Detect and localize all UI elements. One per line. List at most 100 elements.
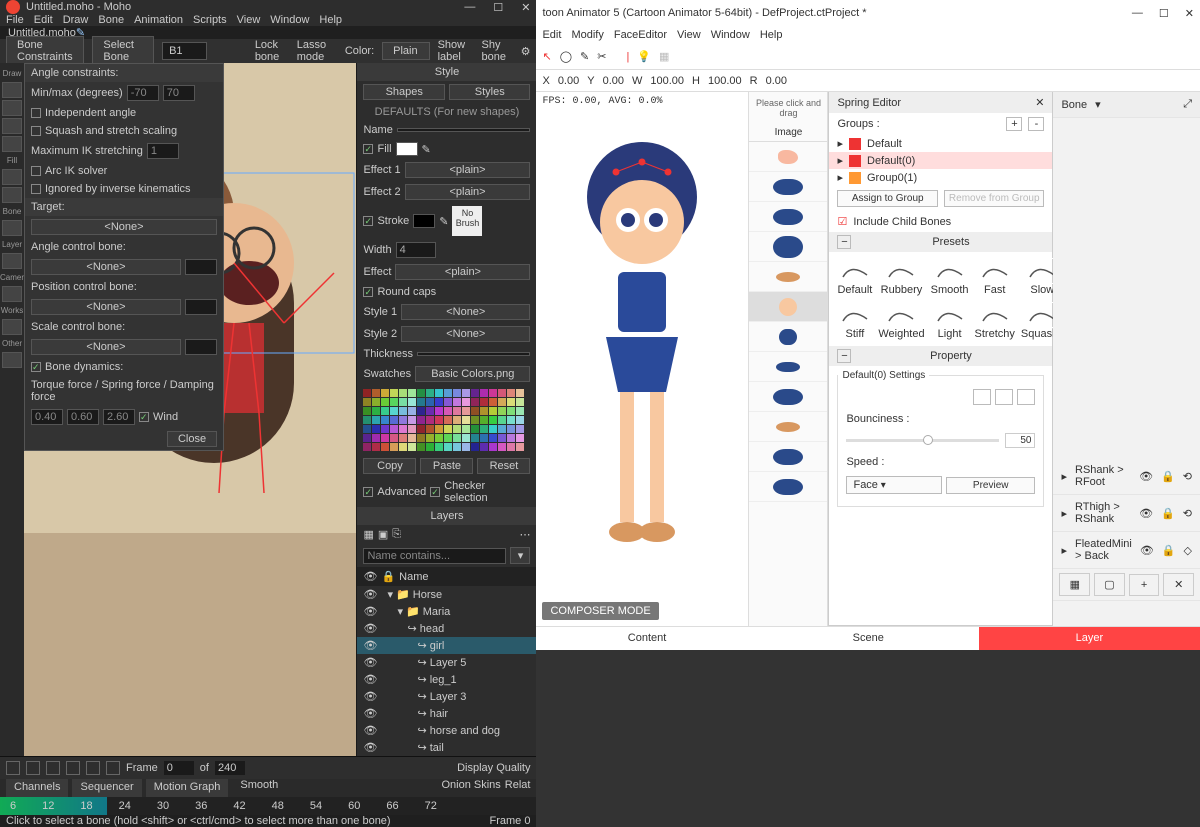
menu-faceeditor[interactable]: FaceEditor [614, 29, 667, 41]
layer-filter-field[interactable]: Name contains... [363, 548, 506, 564]
reset-preset-icon[interactable] [1017, 389, 1035, 405]
link-icon[interactable]: ⟲ [1183, 470, 1192, 483]
tool-icon[interactable] [2, 100, 22, 116]
image-cell[interactable] [749, 352, 827, 382]
cut-icon[interactable]: ✂ [597, 50, 606, 63]
preset-smooth[interactable]: Smooth [931, 258, 969, 296]
width-field[interactable]: 4 [396, 242, 436, 258]
shy-bone-check[interactable]: Shy bone [482, 39, 513, 63]
image-cell[interactable] [749, 262, 827, 292]
tool-icon[interactable] [2, 253, 22, 269]
lock-icon[interactable]: 🔒 [1161, 470, 1175, 483]
layer-row[interactable]: 👁↪ horse and dog [357, 722, 536, 739]
eye-icon[interactable]: 👁 [363, 656, 377, 669]
save-preset-icon[interactable] [973, 389, 991, 405]
arcik-check[interactable] [31, 166, 41, 176]
gear-icon[interactable]: ⚙ [521, 45, 531, 58]
eyedropper-icon[interactable]: ✎ [439, 215, 448, 228]
layer-row[interactable]: 👁↪ tail [357, 739, 536, 756]
eye-icon[interactable]: 👁 [1140, 544, 1154, 557]
stepback-icon[interactable] [26, 761, 40, 775]
color-palette[interactable] [357, 385, 536, 455]
lasso-icon[interactable]: ◯ [560, 50, 572, 63]
maxik-field[interactable] [147, 143, 179, 159]
image-cell[interactable] [749, 412, 827, 442]
image-cell-selected[interactable] [749, 292, 827, 322]
close-panel-button[interactable]: Close [167, 431, 217, 447]
name-field[interactable] [397, 128, 531, 132]
no-brush-button[interactable]: No Brush [452, 206, 482, 236]
face-drop[interactable]: Face ▾ [846, 476, 942, 494]
action-button[interactable]: ▢ [1094, 573, 1125, 596]
image-cell[interactable] [749, 442, 827, 472]
menu-help[interactable]: Help [760, 29, 783, 41]
eye-icon[interactable]: 👁 [1139, 507, 1153, 520]
eye-icon[interactable]: 👁 [363, 639, 377, 652]
menu-bone[interactable]: Bone [98, 14, 124, 26]
style1-drop[interactable]: <None> [401, 304, 530, 320]
loop-icon[interactable] [106, 761, 120, 775]
layers-toolbar-icon[interactable]: ⎘ [392, 528, 401, 541]
maximize-button[interactable]: ☐ [493, 1, 503, 14]
delete-button[interactable]: ✕ [1163, 573, 1194, 596]
tab-sequencer[interactable]: Sequencer [72, 779, 141, 797]
tab-channels[interactable]: Channels [6, 779, 68, 797]
thickness-field[interactable] [417, 352, 530, 356]
indep-angle-check[interactable] [31, 108, 41, 118]
lock-icon[interactable]: 🔒 [381, 570, 395, 583]
tool-icon[interactable] [2, 82, 22, 98]
preset-stretchy[interactable]: Stretchy [975, 302, 1015, 340]
bone-color-drop[interactable]: Plain [382, 42, 429, 60]
effect-drop[interactable]: <plain> [395, 264, 530, 280]
add-button[interactable]: + [1129, 574, 1160, 596]
layer-row[interactable]: 👁↪ Layer 3 [357, 688, 536, 705]
lock-icon[interactable]: 🔒 [1162, 544, 1176, 557]
arrow-icon[interactable]: ↖ [542, 50, 551, 63]
image-cell[interactable] [749, 322, 827, 352]
eye-icon[interactable]: 👁 [363, 570, 377, 583]
layer-row[interactable]: 👁↪ girl [357, 637, 536, 654]
play-icon[interactable] [46, 761, 60, 775]
preset-default[interactable]: Default [837, 258, 872, 296]
layers-toolbar-icon[interactable]: ▦ [363, 528, 373, 541]
paste-button[interactable]: Paste [420, 458, 473, 474]
max-deg-field[interactable] [163, 85, 195, 101]
smooth-drop[interactable]: Smooth [240, 779, 278, 797]
bone-name-field[interactable]: B1 [162, 42, 207, 60]
minimize-button[interactable]: — [1132, 7, 1143, 20]
eye-icon[interactable]: 👁 [1139, 470, 1153, 483]
eye-icon[interactable]: 👁 [363, 673, 377, 686]
bulb-icon[interactable]: 💡 [637, 50, 651, 63]
tab-layer[interactable]: Layer [979, 626, 1200, 650]
ca-viewport[interactable]: FPS: 0.00, AVG: 0.0% COMPOSER MODE [536, 92, 748, 626]
ffwd-icon[interactable] [86, 761, 100, 775]
target-drop[interactable]: <None> [31, 219, 217, 235]
menu-edit[interactable]: Edit [34, 14, 53, 26]
tool-icon[interactable] [2, 319, 22, 335]
scale-cb-drop[interactable]: <None> [31, 339, 181, 355]
load-preset-icon[interactable] [995, 389, 1013, 405]
tab-scene[interactable]: Scene [758, 626, 979, 650]
torque-field[interactable] [31, 409, 63, 425]
tool-icon[interactable] [2, 136, 22, 152]
group-item[interactable]: ▸Default [829, 135, 1052, 152]
ignore-ik-check[interactable] [31, 184, 41, 194]
preset-weighted[interactable]: Weighted [878, 302, 924, 340]
close-button[interactable]: ✕ [1185, 7, 1194, 20]
bone-row[interactable]: ▸FleatedMini > Back👁🔒◇ [1053, 532, 1200, 569]
group-item[interactable]: ▸Default(0) [829, 152, 1052, 169]
checker-check[interactable] [430, 487, 440, 497]
eye-icon[interactable]: 👁 [363, 622, 377, 635]
bone-icon[interactable]: ✎ [580, 50, 589, 63]
layer-row[interactable]: 👁▾ 📁 Horse [357, 586, 536, 603]
menu-help[interactable]: Help [319, 14, 342, 26]
styles-drop[interactable]: Styles [449, 84, 531, 100]
group-icon[interactable]: ▦ [659, 50, 669, 63]
tool-icon[interactable] [2, 352, 22, 368]
menu-file[interactable]: File [6, 14, 24, 26]
display-quality-drop[interactable]: Display Quality [457, 762, 530, 774]
minimize-button[interactable]: — [464, 1, 475, 14]
tab-content[interactable]: Content [536, 626, 757, 650]
layer-row[interactable]: 👁↪ leg_1 [357, 671, 536, 688]
link-icon[interactable]: ⟲ [1183, 507, 1192, 520]
